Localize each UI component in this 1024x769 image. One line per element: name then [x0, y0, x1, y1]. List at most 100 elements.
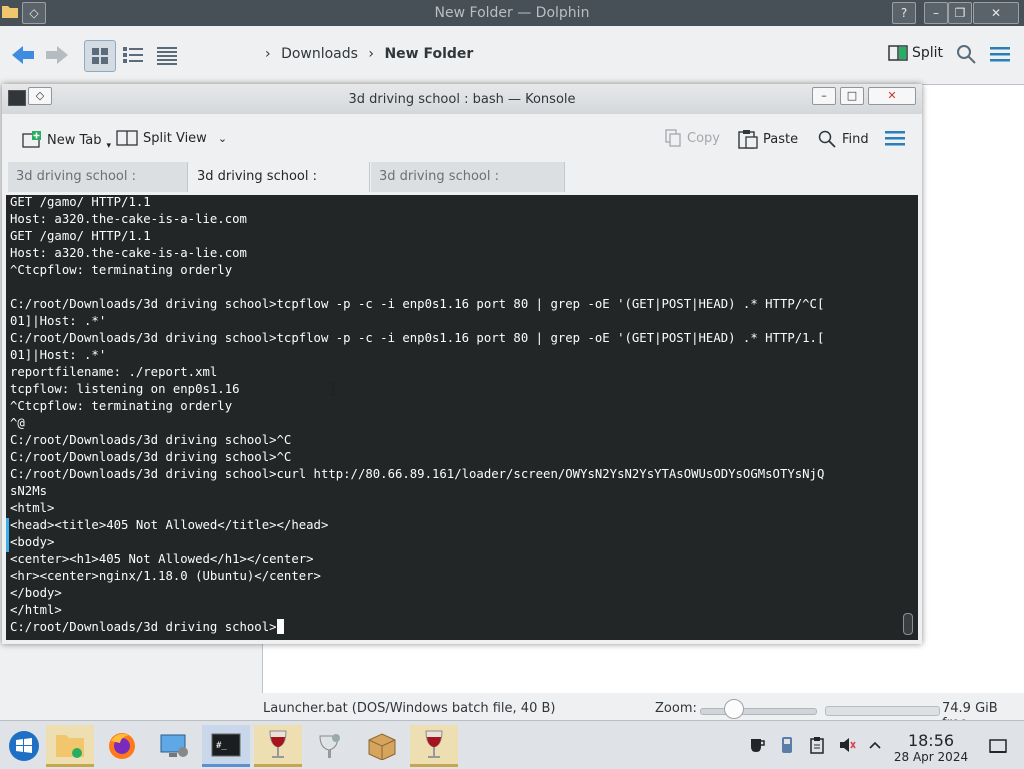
- breadcrumb-separator: ›: [265, 46, 271, 62]
- close-button[interactable]: ✕: [973, 2, 1019, 24]
- find-button[interactable]: Find: [817, 129, 869, 149]
- task-file-manager[interactable]: [46, 725, 94, 767]
- terminal-line: Host: a320.the-cake-is-a-lie.com: [10, 246, 247, 260]
- search-icon: [818, 130, 836, 148]
- usb-drive-icon: [782, 737, 792, 753]
- details-view-icon: [157, 47, 177, 65]
- terminal-cursor: [276, 619, 284, 634]
- breadcrumb-item-current[interactable]: New Folder: [384, 46, 473, 62]
- terminal-line: ^@: [10, 416, 25, 430]
- zoom-label: Zoom:: [655, 701, 697, 716]
- tray-clipboard-icon[interactable]: [807, 735, 827, 755]
- task-system-settings[interactable]: [150, 725, 198, 767]
- wine-glass-icon: [269, 730, 287, 758]
- icons-view-button[interactable]: [84, 40, 116, 72]
- compact-view-button[interactable]: [118, 40, 148, 70]
- dolphin-toolbar: › Downloads › New Folder Split: [0, 26, 1024, 84]
- terminal-line: C:/root/Downloads/3d driving school>tcpf…: [10, 331, 825, 345]
- tray-wine-icon[interactable]: [747, 735, 767, 755]
- taskbar: #_ 18:56 28 Apr 2024: [0, 720, 1024, 769]
- breadcrumb: › Downloads › New Folder: [265, 46, 479, 62]
- start-menu-button[interactable]: [0, 725, 48, 767]
- paste-button[interactable]: Paste: [738, 129, 798, 149]
- split-view-label: Split View: [143, 130, 207, 146]
- back-button[interactable]: [10, 42, 36, 68]
- breadcrumb-item-downloads[interactable]: Downloads: [281, 46, 358, 62]
- konsole-toolbar: New Tab ▾ Split View ⌄ Copy Paste Find: [2, 114, 922, 162]
- new-tab-button[interactable]: New Tab ▾: [22, 129, 111, 151]
- details-view-button[interactable]: [152, 40, 182, 70]
- terminal-line: C:/root/Downloads/3d driving school>: [10, 620, 277, 634]
- wine-glass-icon: [425, 730, 443, 758]
- free-space-bar: [825, 706, 940, 716]
- clock-time: 18:56: [907, 731, 955, 750]
- paste-icon: [738, 130, 758, 149]
- show-desktop-button[interactable]: [988, 736, 1008, 756]
- show-desktop-icon: [989, 739, 1007, 753]
- help-button[interactable]: ?: [892, 2, 916, 24]
- terminal-line: <body>: [10, 535, 55, 549]
- konsole-window: ◇ 3d driving school : bash — Konsole – □…: [2, 84, 922, 644]
- split-view-icon: [888, 45, 908, 61]
- tab-charles[interactable]: 3d driving school : charles✕: [371, 162, 565, 214]
- dolphin-titlebar[interactable]: ◇ New Folder — Dolphin ? – ❐ ✕: [0, 0, 1024, 26]
- paste-label: Paste: [763, 131, 799, 147]
- konsole-minimize-button[interactable]: –: [812, 87, 836, 105]
- line-marker: [6, 535, 9, 552]
- konsole-hamburger-menu-button[interactable]: [884, 128, 906, 148]
- new-tab-label: New Tab: [47, 132, 102, 148]
- text-cursor-ibeam: I: [328, 380, 339, 401]
- copy-label: Copy: [687, 130, 720, 146]
- hamburger-menu-icon: [885, 131, 905, 146]
- terminal-line: 01]|Host: .*': [10, 314, 107, 328]
- tray-expand-icon[interactable]: [865, 735, 885, 755]
- new-tab-icon: [22, 131, 41, 148]
- terminal-line: <head><title>405 Not Allowed</title></he…: [10, 518, 329, 532]
- terminal-line: sN2Ms: [10, 484, 48, 498]
- tab-bash-1[interactable]: 3d driving school : bash✕: [8, 162, 188, 214]
- konsole-titlebar[interactable]: ◇ 3d driving school : bash — Konsole – □…: [2, 84, 922, 114]
- terminal-line: <html>: [10, 501, 55, 515]
- split-view-button[interactable]: Split View ⌄: [116, 129, 227, 147]
- chevron-down-icon: ⌄: [217, 131, 228, 145]
- task-archive-manager[interactable]: [358, 725, 406, 767]
- wine-tool-icon: [319, 734, 340, 758]
- terminal-line: GET /gamo/ HTTP/1.1: [10, 195, 151, 209]
- tray-storage-icon[interactable]: [777, 735, 797, 755]
- zoom-slider-handle[interactable]: [724, 699, 745, 719]
- tray-volume-muted-icon[interactable]: [837, 735, 857, 755]
- task-konsole[interactable]: #_: [202, 725, 250, 767]
- dolphin-statusbar: Launcher.bat (DOS/Windows batch file, 40…: [262, 697, 1024, 731]
- split-view-icon: [116, 130, 138, 146]
- folder-icon: [56, 734, 84, 758]
- konsole-close-button[interactable]: ✕: [868, 87, 916, 105]
- terminal-line: tcpflow: listening on enp0s1.16: [10, 382, 240, 396]
- tab-bash-2[interactable]: 3d driving school : bash✕: [189, 162, 370, 214]
- terminal-output[interactable]: GET /gamo/ HTTP/1.1 Host: a320.the-cake-…: [6, 195, 918, 640]
- task-wine-tool[interactable]: [306, 725, 354, 767]
- minimize-button[interactable]: –: [924, 2, 948, 24]
- terminal-line: reportfilename: ./report.xml: [10, 365, 218, 379]
- split-button[interactable]: Split: [888, 44, 943, 62]
- zoom-slider-track[interactable]: [700, 708, 817, 715]
- search-button[interactable]: [955, 43, 977, 69]
- line-marker: [6, 518, 9, 535]
- split-button-label: Split: [912, 45, 944, 61]
- terminal-line: C:/root/Downloads/3d driving school>^C: [10, 433, 292, 447]
- terminal-scrollbar[interactable]: [903, 613, 913, 635]
- forward-button[interactable]: [44, 42, 70, 68]
- copy-icon: [665, 129, 681, 147]
- chevron-down-icon: ▾: [106, 141, 112, 151]
- terminal-line: C:/root/Downloads/3d driving school>^C: [10, 450, 292, 464]
- task-wine[interactable]: [254, 725, 302, 767]
- konsole-maximize-button[interactable]: □: [840, 87, 864, 105]
- task-wine-2[interactable]: [410, 725, 458, 767]
- hamburger-menu-icon: [990, 47, 1010, 62]
- task-firefox[interactable]: [98, 725, 146, 767]
- digital-clock[interactable]: 18:56 28 Apr 2024: [890, 731, 972, 764]
- package-icon: [368, 733, 396, 760]
- maximize-button[interactable]: ❐: [948, 2, 972, 24]
- hamburger-menu-button[interactable]: [989, 44, 1011, 68]
- terminal-line: <hr><center>nginx/1.18.0 (Ubuntu)</cente…: [10, 569, 321, 583]
- copy-button[interactable]: Copy: [664, 129, 720, 147]
